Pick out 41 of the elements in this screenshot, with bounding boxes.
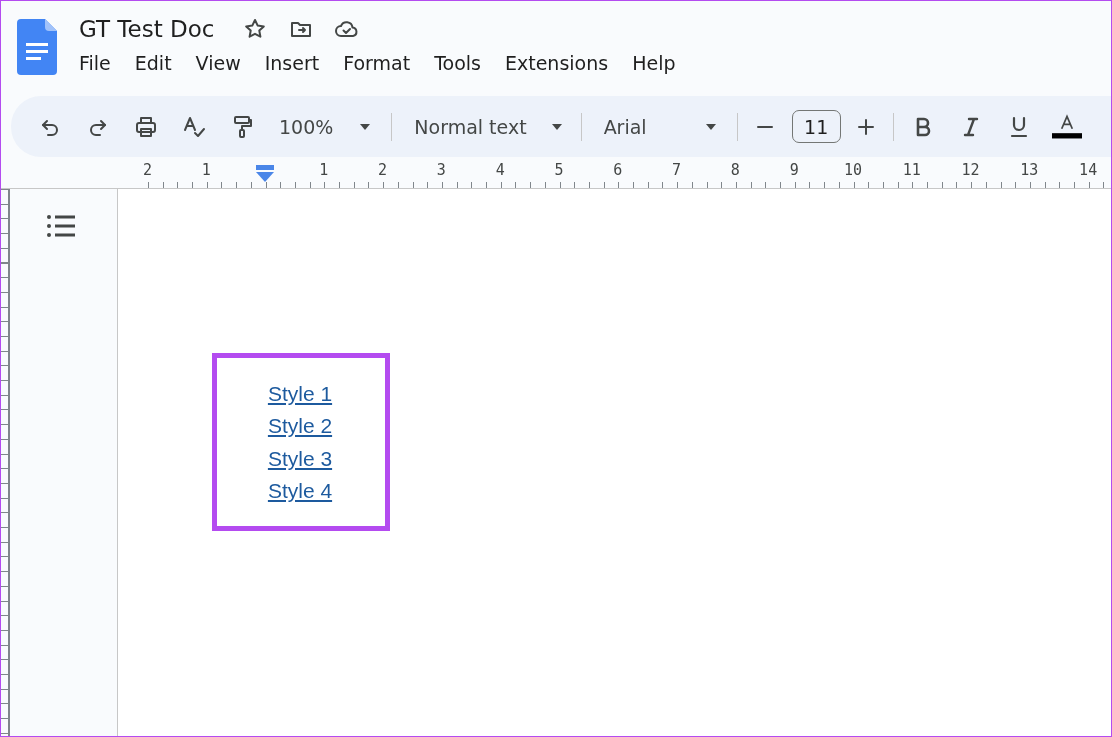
- menu-item[interactable]: Edit: [124, 52, 182, 74]
- text-color-icon: [1051, 112, 1082, 141]
- minus-icon: [756, 124, 773, 129]
- menu-item[interactable]: Help: [622, 52, 686, 74]
- printer-icon: [134, 114, 158, 139]
- menu-item[interactable]: Format: [333, 52, 421, 74]
- menu-item[interactable]: File: [69, 52, 121, 74]
- ruler-number: 2: [142, 161, 152, 179]
- ruler-number: 14: [1079, 161, 1098, 179]
- ruler-number: 4: [495, 161, 505, 179]
- link[interactable]: Style 1: [267, 378, 333, 411]
- ruler-number: 1: [319, 161, 329, 179]
- menu-item[interactable]: Extensions: [494, 52, 619, 74]
- ruler-number: 9: [789, 161, 799, 179]
- ruler-number: 5: [554, 161, 564, 179]
- spell-check-icon: [182, 114, 206, 139]
- ruler-number: 2: [378, 161, 388, 179]
- ruler-number: 7: [672, 161, 682, 179]
- menu-item[interactable]: Insert: [254, 52, 330, 74]
- star-icon: [243, 17, 268, 41]
- indent-marker-icon[interactable]: [255, 165, 275, 183]
- docs-logo-icon[interactable]: [17, 19, 57, 75]
- ruler-number: 3: [436, 161, 446, 179]
- ruler-number: 11: [902, 161, 921, 179]
- ruler-number: 12: [961, 161, 980, 179]
- menu-item[interactable]: Tools: [424, 52, 491, 74]
- document-title[interactable]: GT Test Doc: [79, 16, 215, 42]
- style-dropdown[interactable]: Normal text: [414, 115, 563, 138]
- font-dropdown[interactable]: Arial: [603, 115, 717, 138]
- zoom-dropdown[interactable]: 100%: [279, 115, 372, 138]
- ruler-number: 13: [1020, 161, 1039, 179]
- ruler-number: 10: [843, 161, 862, 179]
- link[interactable]: Style 3: [267, 442, 333, 475]
- outline-icon[interactable]: [46, 214, 76, 238]
- ruler-number: 1: [201, 161, 211, 179]
- link[interactable]: Style 2: [267, 410, 333, 443]
- font-size-field[interactable]: 11: [791, 110, 841, 143]
- ruler-number: 8: [730, 161, 740, 179]
- link[interactable]: Style 4: [267, 474, 333, 508]
- ruler-number: 6: [613, 161, 623, 179]
- menu-item[interactable]: View: [185, 52, 251, 74]
